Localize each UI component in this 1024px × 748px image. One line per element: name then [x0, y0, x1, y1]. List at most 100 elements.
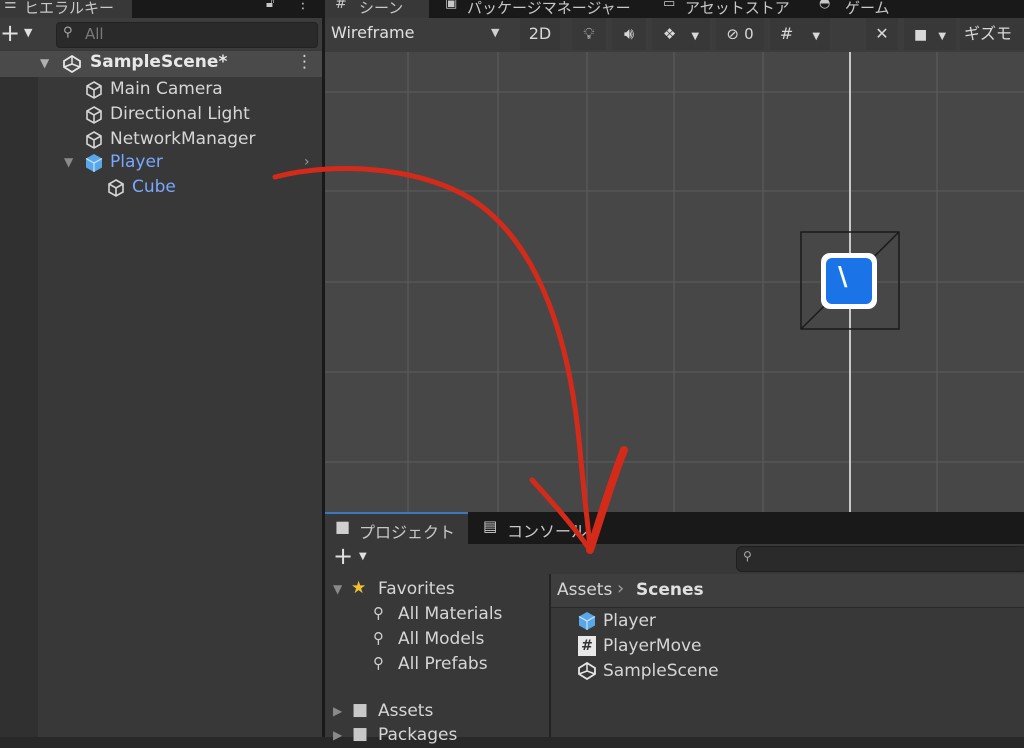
hierarchy-item-label: NetworkManager	[110, 129, 256, 149]
hierarchy-item-label: Player	[110, 152, 163, 172]
more-menu-icon[interactable]: ⋮	[296, 0, 310, 12]
add-icon[interactable]: +	[333, 542, 353, 570]
chevron-down-icon: ▼	[812, 31, 821, 42]
folder-icon: ■	[335, 517, 351, 536]
draw-mode-dropdown[interactable]: Wireframe ▼	[325, 18, 511, 50]
expand-arrow-icon[interactable]: ▶	[333, 723, 342, 748]
main-tab-bar: # シーン ▣ パッケージマネージャー ▭ アセットストア ◓ ゲーム	[325, 0, 1024, 18]
expand-arrow-icon[interactable]: ▶	[333, 699, 342, 724]
layers-icon: ❖	[662, 25, 677, 43]
search-icon: ⚲	[373, 654, 384, 672]
hierarchy-search-placeholder: All	[85, 25, 104, 43]
tools-toggle[interactable]: ✕	[866, 18, 898, 50]
tab-scene-label: シーン	[359, 0, 404, 17]
scene-view[interactable]: \	[325, 52, 1024, 512]
camera-icon: ■	[913, 27, 928, 43]
favorite-item-label: All Models	[398, 629, 485, 649]
tab-asset-store[interactable]: ▭ アセットストア	[655, 0, 805, 18]
shopping-bag-icon: ▭	[663, 0, 676, 11]
tab-asset-store-label: アセットストア	[685, 0, 790, 17]
folder-icon: ■	[352, 724, 369, 744]
hierarchy-item-cube[interactable]: Cube	[0, 175, 322, 200]
speaker-icon: 🔊︎	[623, 24, 635, 43]
project-toolbar: + ▼ ⚲	[325, 542, 1024, 574]
tab-game[interactable]: ◓ ゲーム	[815, 0, 925, 18]
hierarchy-item-directional-light[interactable]: Directional Light	[0, 102, 322, 127]
tab-project[interactable]: ■ プロジェクト	[325, 512, 468, 544]
lock-icon[interactable]: 🔓︎	[266, 0, 274, 11]
collapse-arrow-icon[interactable]: ▼	[40, 56, 49, 70]
chevron-down-icon[interactable]: ▼	[24, 26, 32, 39]
chevron-down-icon[interactable]: ▼	[359, 551, 367, 562]
star-icon: ★	[351, 578, 367, 598]
grid-toggle[interactable]: # ▼	[770, 18, 830, 50]
hierarchy-item-main-camera[interactable]: Main Camera	[0, 77, 322, 102]
draw-mode-value: Wireframe	[331, 23, 415, 42]
audio-toggle[interactable]: 🔊︎	[612, 18, 646, 50]
scene-visibility-toggle[interactable]: ⊘ 0	[716, 18, 764, 50]
eye-slash-icon: ⊘	[726, 25, 739, 43]
scene-header-row[interactable]: ▼ SampleScene* ⋮	[0, 51, 322, 77]
hierarchy-item-label: Directional Light	[110, 104, 250, 124]
gizmos-label: ギズモ	[964, 24, 1013, 43]
search-icon: ⚲	[373, 604, 384, 622]
hierarchy-toolbar: + ▼ ⚲ All	[0, 18, 322, 50]
hierarchy-tab[interactable]: ☰ ヒエラルキー	[0, 0, 132, 18]
scene-grid	[325, 52, 1024, 512]
gamepad-icon: ◓	[819, 0, 831, 11]
script-icon: #	[578, 636, 596, 656]
favorites-label: Favorites	[378, 579, 455, 599]
tab-game-label: ゲーム	[845, 0, 890, 17]
unity-scene-icon	[63, 55, 81, 73]
tab-scene[interactable]: # シーン	[325, 0, 429, 18]
scene-name: SampleScene*	[90, 52, 228, 72]
camera-dropdown[interactable]: ■ ▼	[904, 18, 956, 50]
lighting-toggle[interactable]: 💡︎	[572, 18, 606, 50]
project-tree: ▼ ★ Favorites ⚲ All Materials ⚲ All Mode…	[325, 574, 549, 745]
hierarchy-search[interactable]: ⚲ All	[56, 22, 318, 48]
toggle-2d-button[interactable]: 2D	[520, 18, 560, 50]
effects-toggle[interactable]: ❖ ▼	[652, 18, 710, 50]
hierarchy-item-network-manager[interactable]: NetworkManager	[0, 127, 322, 152]
breadcrumb-root[interactable]: Assets	[557, 580, 612, 600]
gizmo-slash-icon: \	[838, 262, 848, 292]
hierarchy-tab-label: ヒエラルキー	[24, 0, 115, 17]
grid-icon: #	[779, 24, 794, 43]
project-search-input[interactable]: ⚲	[736, 546, 1024, 572]
hierarchy-tab-bar: ☰ ヒエラルキー 🔓︎ ⋮	[0, 0, 322, 18]
chevron-right-icon[interactable]: ›	[304, 150, 310, 175]
breadcrumb-current[interactable]: Scenes	[636, 580, 704, 600]
favorite-item-label: All Prefabs	[398, 654, 488, 674]
chevron-right-icon: ›	[617, 578, 625, 599]
gameobject-cube-icon	[86, 131, 102, 149]
tab-console[interactable]: ▤ コンソール	[475, 512, 605, 544]
folder-label: Packages	[378, 725, 458, 745]
asset-label: PlayerMove	[603, 636, 702, 656]
tools-icon: ✕	[875, 24, 889, 43]
toggle-2d-label: 2D	[528, 24, 552, 43]
folder-icon: ■	[352, 700, 369, 720]
hash-icon: #	[335, 0, 347, 12]
asset-label: Player	[603, 611, 656, 631]
package-icon: ▣	[445, 0, 458, 11]
project-content: Assets › Scenes Player # PlayerMove Samp…	[551, 574, 1024, 737]
gameobject-cube-icon	[86, 106, 102, 124]
asset-label: SampleScene	[603, 661, 719, 681]
breadcrumb: Assets › Scenes	[551, 574, 1024, 608]
gameobject-cube-icon	[108, 179, 124, 197]
tab-package-manager-label: パッケージマネージャー	[467, 0, 631, 17]
gizmos-button[interactable]: ギズモ	[960, 18, 1024, 50]
add-icon[interactable]: +	[0, 18, 20, 48]
search-icon: ⚲	[743, 549, 752, 563]
prefab-gizmo-icon[interactable]: \	[821, 253, 877, 309]
console-icon: ▤	[483, 517, 498, 535]
gameobject-cube-icon	[86, 81, 102, 99]
scene-more-icon[interactable]: ⋮	[296, 52, 313, 72]
tab-package-manager[interactable]: ▣ パッケージマネージャー	[433, 0, 649, 18]
lightbulb-icon: 💡︎	[583, 24, 595, 43]
gizmo-inner: \	[826, 258, 872, 304]
expand-arrow-icon[interactable]: ▼	[64, 150, 73, 175]
expand-arrow-icon[interactable]: ▼	[333, 577, 342, 602]
chevron-down-icon: ▼	[691, 31, 700, 42]
hierarchy-item-player[interactable]: ▼ Player ›	[0, 150, 322, 175]
